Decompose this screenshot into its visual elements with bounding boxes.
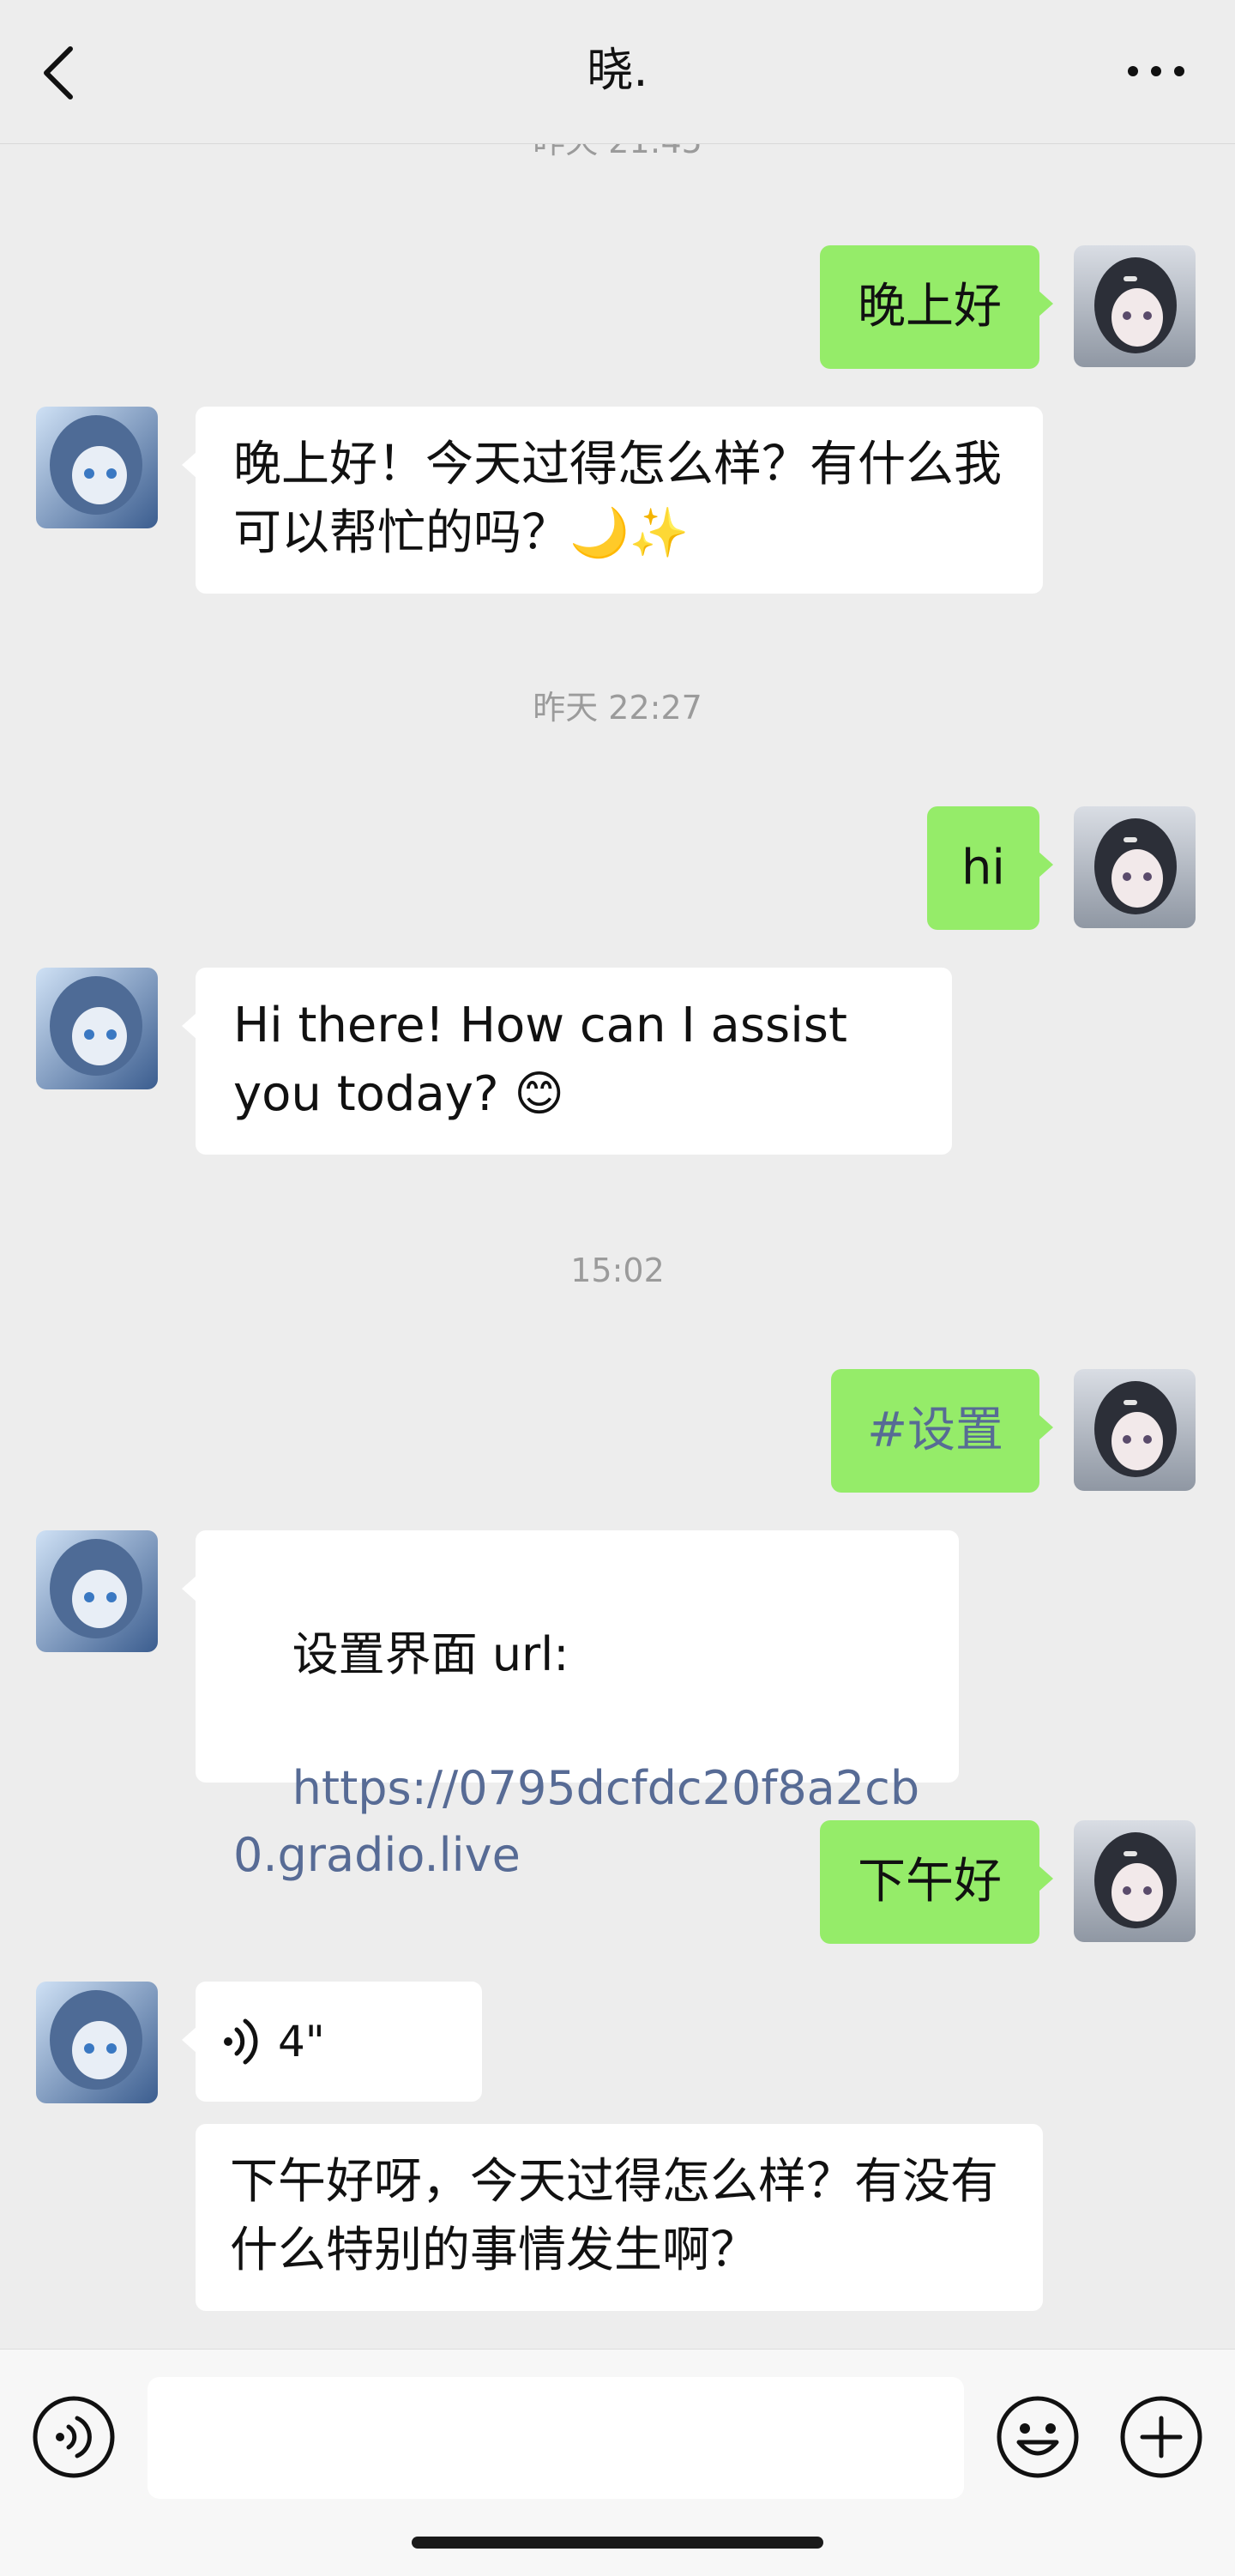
message-text: 设置界面 url: bbox=[292, 1627, 569, 1681]
user-avatar[interactable] bbox=[1074, 1820, 1196, 1942]
voice-duration: 4" bbox=[278, 2017, 325, 2066]
message-list[interactable]: 昨天 21:45 晚上好 晚上好！今天过得怎么样？有什么我可以帮忙的吗？🌙✨ 昨… bbox=[0, 144, 1235, 2349]
emoji-icon bbox=[997, 2396, 1079, 2478]
chat-title: 晓. bbox=[587, 43, 648, 97]
emoji-button[interactable] bbox=[995, 2394, 1081, 2480]
user-avatar[interactable] bbox=[1074, 1369, 1196, 1491]
message-input[interactable] bbox=[148, 2377, 964, 2499]
more-dots-icon bbox=[1128, 66, 1184, 76]
settings-url-link[interactable]: https://0795dcfdc20f8a2cb0.gradio.live bbox=[233, 1761, 919, 1882]
timestamp: 昨天 22:27 bbox=[533, 689, 702, 727]
user-message-bubble[interactable]: hi bbox=[926, 806, 1054, 930]
chat-header: 晓. bbox=[0, 0, 1235, 144]
more-button[interactable] bbox=[1122, 41, 1190, 101]
more-functions-button[interactable] bbox=[1118, 2394, 1204, 2480]
user-message-bubble[interactable]: 下午好 bbox=[820, 1820, 1053, 1944]
bot-message-bubble[interactable]: 晚上好！今天过得怎么样？有什么我可以帮忙的吗？🌙✨ bbox=[182, 407, 1043, 594]
bot-message-bubble[interactable]: Hi there! How can I assist you today? 😊 bbox=[182, 968, 952, 1155]
voice-input-button[interactable] bbox=[31, 2394, 117, 2480]
bot-message-bubble[interactable]: 下午好呀，今天过得怎么样？有没有什么特别的事情发生啊？ bbox=[196, 2124, 1043, 2311]
bot-message-bubble[interactable]: 设置界面 url: https://0795dcfdc20f8a2cb0.gra… bbox=[182, 1530, 959, 1882]
bot-avatar[interactable] bbox=[36, 1530, 158, 1652]
voice-message-bubble[interactable]: 4" bbox=[182, 1982, 482, 2102]
bot-avatar[interactable] bbox=[36, 968, 158, 1089]
user-avatar[interactable] bbox=[1074, 245, 1196, 367]
timestamp: 15:02 bbox=[570, 1252, 665, 1289]
plus-icon bbox=[1120, 2396, 1202, 2478]
voice-icon bbox=[33, 2396, 115, 2478]
bot-avatar[interactable] bbox=[36, 1982, 158, 2103]
user-message-bubble[interactable]: #设置 bbox=[831, 1369, 1053, 1493]
bot-avatar[interactable] bbox=[36, 407, 158, 528]
user-message-bubble[interactable]: 晚上好 bbox=[820, 245, 1053, 369]
timestamp: 昨天 21:45 bbox=[0, 144, 1235, 163]
home-indicator[interactable] bbox=[412, 2537, 823, 2549]
voice-wave-icon bbox=[224, 2018, 258, 2065]
user-avatar[interactable] bbox=[1074, 806, 1196, 928]
